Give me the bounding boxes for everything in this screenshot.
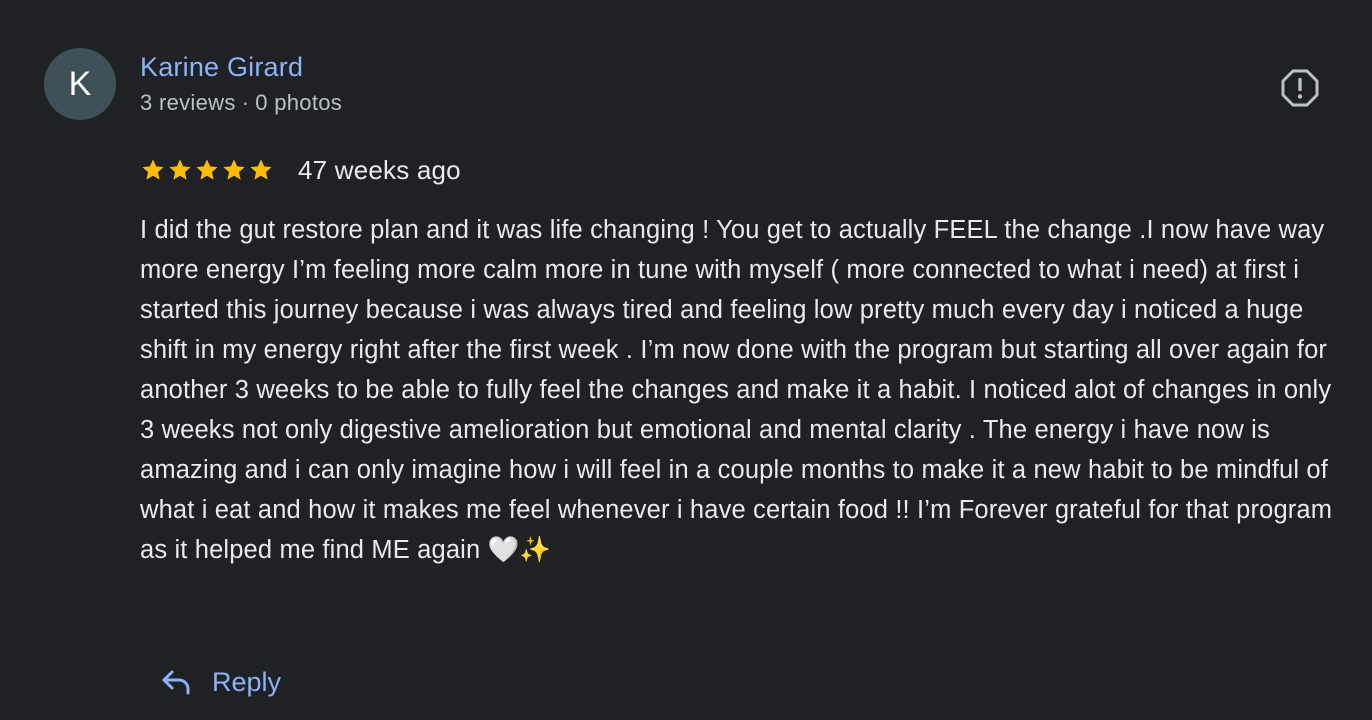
star-icon <box>223 159 245 180</box>
review-card: K Karine Girard 3 reviews · 0 photos 47 we… <box>0 0 1372 720</box>
star-rating <box>140 157 274 183</box>
review-text: I did the gut restore plan and it was li… <box>140 216 1333 564</box>
author-meta: 3 reviews · 0 photos <box>140 90 342 116</box>
reply-button[interactable]: Reply <box>154 660 287 704</box>
report-button[interactable] <box>1278 66 1322 110</box>
photo-count: 0 photos <box>255 90 343 115</box>
review-count: 3 reviews <box>140 90 236 115</box>
rating-row: 47 weeks ago <box>140 152 461 188</box>
star-icon <box>196 159 218 180</box>
star-icon <box>250 159 272 180</box>
review-time: 47 weeks ago <box>298 154 461 185</box>
star-icon <box>142 159 164 180</box>
report-icon <box>1281 69 1319 107</box>
author-name[interactable]: Karine Girard <box>140 52 303 83</box>
meta-separator: · <box>241 90 250 115</box>
avatar[interactable]: K <box>44 48 116 120</box>
star-icon <box>169 159 191 180</box>
reply-arrow-icon <box>160 666 192 698</box>
avatar-letter: K <box>68 64 92 103</box>
reply-label: Reply <box>212 666 282 697</box>
